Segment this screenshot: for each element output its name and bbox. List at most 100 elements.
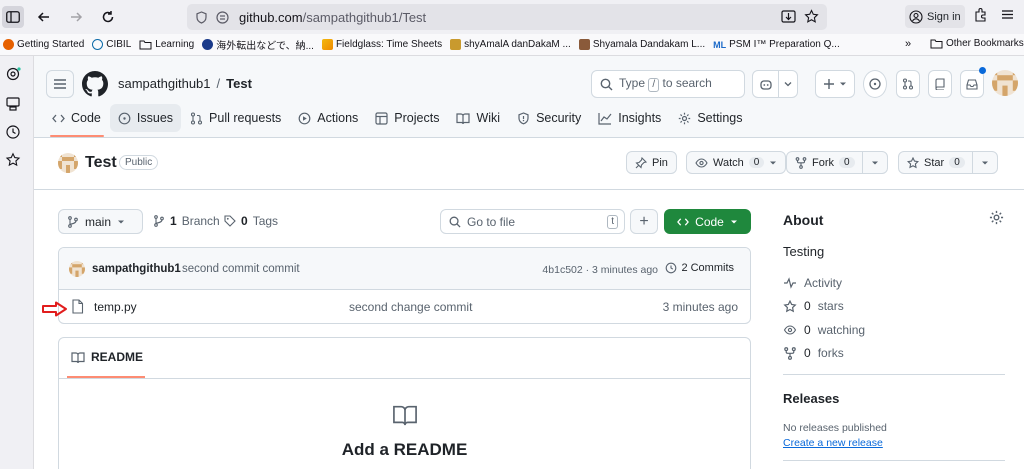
owner-link[interactable]: sampathgithub1 [118, 76, 211, 91]
commit-hash-time[interactable]: 4b1c502 · 3 minutes ago [542, 264, 658, 276]
cibil-icon [92, 39, 104, 50]
reader-view-icon[interactable] [781, 9, 796, 24]
star-dropdown[interactable] [971, 151, 989, 174]
add-file-button[interactable]: + [630, 209, 658, 234]
bookmark-star-icon[interactable] [804, 9, 819, 24]
sign-in-button[interactable]: Sign in [905, 5, 965, 28]
tab-security[interactable]: Security [509, 104, 589, 132]
star-button[interactable]: Star 0 [898, 151, 998, 174]
code-icon [677, 217, 690, 226]
notifications-button[interactable] [960, 70, 984, 98]
branch-selector[interactable]: main [58, 209, 143, 234]
search-input[interactable]: Type / to search [591, 70, 745, 98]
bookmark-cibil[interactable]: CIBIL [92, 39, 131, 50]
tab-projects[interactable]: Projects [367, 104, 447, 132]
file-name[interactable]: temp.py [94, 300, 137, 314]
bookmark-shyamala-2[interactable]: Shyamala Dandakam L... [578, 39, 705, 50]
sidebar-toggle-button[interactable] [2, 6, 24, 28]
synced-tabs-icon[interactable] [5, 96, 21, 112]
github-header: sampathgithub1 / Test Type / to search C… [34, 56, 1024, 138]
tab-pull-requests[interactable]: Pull requests [182, 104, 289, 132]
bookmark-japanese[interactable]: 海外転出などで、納... [202, 37, 314, 52]
browser-sidebar [0, 56, 34, 469]
copilot-button[interactable] [752, 70, 798, 98]
create-release-link[interactable]: Create a new release [783, 437, 883, 449]
ai-chatbot-icon[interactable] [5, 66, 21, 82]
code-button[interactable]: Code [664, 209, 751, 234]
go-to-file-input[interactable]: Go to file t [440, 209, 625, 234]
other-bookmarks[interactable]: Other Bookmarks [930, 38, 1024, 49]
tab-insights[interactable]: Insights [590, 104, 669, 132]
pulse-icon [784, 277, 796, 289]
extensions-icon[interactable] [973, 7, 988, 22]
file-listing: sampathgithub1 second commit commit 4b1c… [58, 247, 751, 324]
back-button[interactable] [32, 5, 56, 29]
shield-icon [518, 111, 529, 124]
watch-count: 0 [748, 157, 765, 168]
history-icon[interactable] [5, 124, 21, 140]
identicon-icon [69, 261, 85, 277]
commits-link[interactable]: 2 Commits [665, 262, 734, 274]
tab-settings[interactable]: Settings [670, 104, 750, 132]
commit-author[interactable]: sampathgithub1 [92, 263, 181, 275]
watching-link[interactable]: 0 watching [783, 323, 865, 337]
fork-dropdown[interactable] [861, 151, 879, 174]
menu-icon[interactable] [1000, 7, 1015, 22]
forks-link[interactable]: 0 forks [783, 346, 844, 360]
stars-link[interactable]: 0 stars [783, 299, 844, 313]
book-icon [71, 351, 85, 363]
tab-wiki[interactable]: Wiki [448, 104, 508, 132]
create-new-button[interactable] [815, 70, 855, 98]
issue-icon [118, 112, 131, 124]
tags-link[interactable]: 0 Tags [224, 214, 278, 228]
tab-label: Security [536, 111, 582, 125]
tag-icon [224, 215, 236, 227]
bookmark-psm[interactable]: ML PSM I™ Preparation Q... [713, 39, 840, 50]
tab-code[interactable]: Code [44, 104, 109, 132]
play-icon [298, 112, 311, 124]
global-menu-button[interactable] [46, 70, 74, 98]
bookmark-learning[interactable]: Learning [139, 39, 194, 50]
identicon-icon [992, 70, 1018, 96]
tab-actions[interactable]: Actions [290, 104, 366, 132]
repo-name[interactable]: Test [85, 154, 117, 172]
graph-icon [598, 112, 612, 125]
bookmark-fieldglass[interactable]: Fieldglass: Time Sheets [321, 39, 442, 50]
fork-button[interactable]: Fork 0 [786, 151, 888, 174]
bookmark-getting-started[interactable]: Getting Started [3, 39, 84, 50]
releases-heading[interactable]: Releases [783, 391, 839, 406]
readme-tab[interactable]: README [71, 350, 143, 364]
code-icon [52, 114, 65, 122]
bookmark-label: PSM I™ Preparation Q... [729, 39, 840, 50]
activity-link[interactable]: Activity [783, 276, 842, 290]
forward-button[interactable] [64, 5, 88, 29]
shield-icon[interactable] [195, 10, 208, 24]
file-row[interactable]: temp.py second change commit 3 minutes a… [59, 290, 750, 323]
repo-owner-avatar[interactable] [58, 153, 78, 173]
issues-button[interactable] [863, 70, 887, 98]
github-logo-icon[interactable] [82, 71, 108, 97]
bookmark-label: shyAmalA danDakaM ... [464, 39, 571, 50]
pull-requests-button[interactable] [896, 70, 920, 98]
pin-button[interactable]: Pin [626, 151, 677, 174]
commit-message[interactable]: second commit commit [182, 263, 300, 275]
user-avatar[interactable] [992, 70, 1018, 96]
bookmarks-overflow-button[interactable]: » [905, 38, 911, 50]
bookmarks-star-icon[interactable] [5, 152, 21, 168]
caret-down-icon [840, 82, 846, 86]
branches-link[interactable]: 1 Branch [153, 214, 220, 228]
star-count: 0 [949, 157, 965, 168]
repositories-button[interactable] [928, 70, 952, 98]
github-page: sampathgithub1 / Test Type / to search C… [34, 56, 1024, 469]
tab-issues[interactable]: Issues [109, 104, 182, 132]
bookmark-shyamala-1[interactable]: shyAmalA danDakaM ... [450, 39, 571, 50]
reload-button[interactable] [96, 5, 120, 29]
gear-icon[interactable] [989, 210, 1004, 225]
site-info-icon[interactable] [216, 10, 229, 24]
commits-label: 2 Commits [681, 262, 734, 274]
file-commit-message[interactable]: second change commit [349, 300, 472, 314]
commit-author-avatar[interactable] [69, 261, 85, 277]
repo-link[interactable]: Test [226, 76, 252, 91]
url-bar[interactable]: github.com/sampathgithub1/Test [187, 4, 827, 30]
watch-button[interactable]: Watch 0 [686, 151, 787, 174]
